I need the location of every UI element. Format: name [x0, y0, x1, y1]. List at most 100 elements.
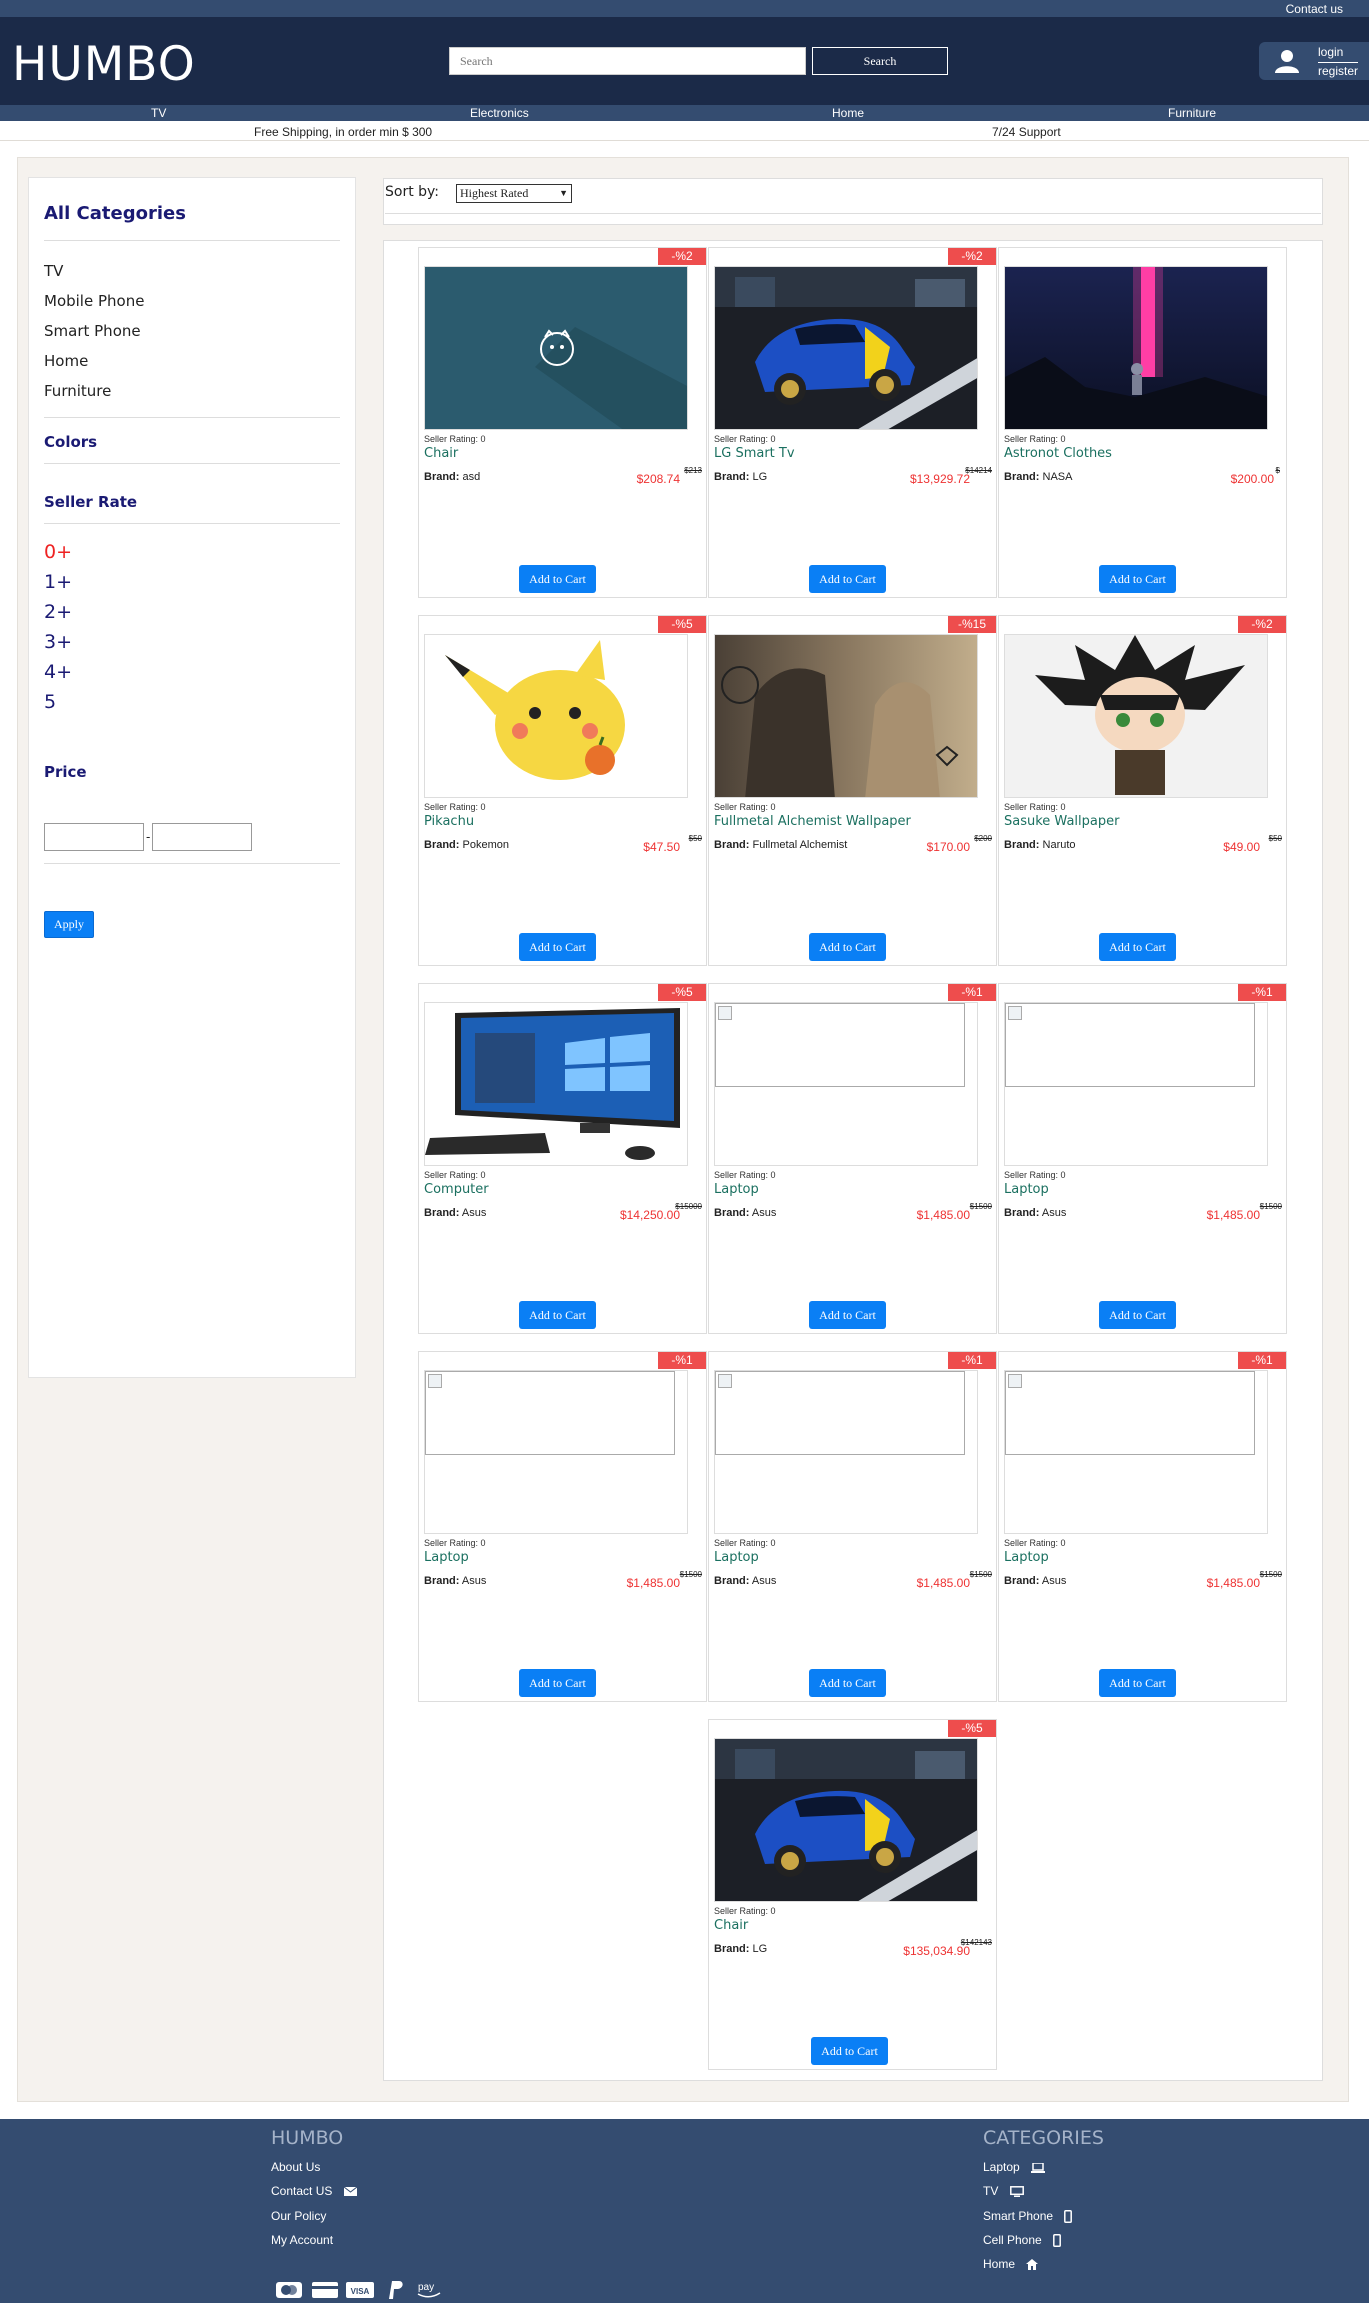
- product-card[interactable]: -%1 Seller Rating: 0 Laptop Brand: Asus $1,4…: [998, 1351, 1287, 1702]
- product-image[interactable]: [714, 1370, 978, 1534]
- add-to-cart-button[interactable]: Add to Cart: [809, 565, 886, 593]
- site-logo[interactable]: HUMBO: [12, 37, 196, 92]
- add-to-cart-button[interactable]: Add to Cart: [809, 1669, 886, 1697]
- register-link[interactable]: register: [1318, 62, 1359, 78]
- add-to-cart-button[interactable]: Add to Cart: [1099, 565, 1176, 593]
- product-image[interactable]: [714, 1002, 978, 1166]
- add-to-cart-button[interactable]: Add to Cart: [809, 933, 886, 961]
- product-image[interactable]: [424, 634, 688, 798]
- add-to-cart-button[interactable]: Add to Cart: [519, 1669, 596, 1697]
- rate-option-1[interactable]: 1+: [44, 571, 72, 593]
- discount-badge: -%2: [1238, 616, 1286, 633]
- min-price-input[interactable]: [44, 823, 144, 851]
- product-name-link[interactable]: Pikachu: [424, 814, 474, 829]
- footer-category-home[interactable]: Home: [983, 2257, 1039, 2271]
- product-name-link[interactable]: Fullmetal Alchemist Wallpaper: [714, 814, 911, 829]
- footer-category-tv[interactable]: TV: [983, 2184, 1024, 2198]
- product-card[interactable]: -%15 Seller Rating: 0 Fullmetal Alchemist …: [708, 615, 997, 966]
- nav-item-electronics[interactable]: Electronics: [470, 106, 529, 120]
- product-image[interactable]: [424, 1370, 688, 1534]
- product-image[interactable]: [1004, 1370, 1268, 1534]
- login-link[interactable]: login: [1318, 45, 1343, 59]
- sidebar-category-tv[interactable]: TV: [44, 262, 63, 280]
- rate-option-2[interactable]: 2+: [44, 601, 72, 623]
- product-name-link[interactable]: Laptop: [1004, 1182, 1049, 1197]
- sidebar-category-smart-phone[interactable]: Smart Phone: [44, 322, 141, 340]
- footer-category-smart-phone[interactable]: Smart Phone: [983, 2209, 1073, 2224]
- rate-option-4[interactable]: 4+: [44, 661, 72, 683]
- original-price: $1500: [1259, 1202, 1282, 1211]
- add-to-cart-button[interactable]: Add to Cart: [811, 2037, 888, 2065]
- rate-option-5[interactable]: 5: [44, 691, 56, 713]
- rate-option-3[interactable]: 3+: [44, 631, 72, 653]
- product-name-link[interactable]: LG Smart Tv: [714, 446, 795, 461]
- product-image[interactable]: [1004, 1002, 1268, 1166]
- seller-rate-heading[interactable]: Seller Rate: [44, 493, 137, 511]
- product-name-link[interactable]: Chair: [424, 446, 458, 461]
- product-name-link[interactable]: Sasuke Wallpaper: [1004, 814, 1119, 829]
- apply-button[interactable]: Apply: [44, 911, 94, 938]
- product-name-link[interactable]: Laptop: [424, 1550, 469, 1565]
- cellphone-icon: [1053, 2234, 1062, 2248]
- product-card[interactable]: -%2 Seller Rating: 0 Sasuke Wallpaper Brand…: [998, 615, 1287, 966]
- product-image[interactable]: [424, 1002, 688, 1166]
- nav-item-home[interactable]: Home: [832, 106, 864, 120]
- footer-link-account[interactable]: My Account: [271, 2233, 333, 2247]
- add-to-cart-button[interactable]: Add to Cart: [519, 933, 596, 961]
- contact-us-link[interactable]: Contact us: [1286, 2, 1343, 16]
- broken-image-icon: [1005, 1371, 1255, 1455]
- nav-item-tv[interactable]: TV: [151, 106, 166, 120]
- add-to-cart-button[interactable]: Add to Cart: [1099, 1301, 1176, 1329]
- product-card[interactable]: -%1 Seller Rating: 0 Laptop Brand: Asus $1,4…: [708, 1351, 997, 1702]
- product-card[interactable]: -%2 Seller Rating: 0 LG Smart Tv Brand: LG $…: [708, 247, 997, 598]
- product-image[interactable]: [714, 1738, 978, 1902]
- footer-link-contact[interactable]: Contact US: [271, 2184, 332, 2198]
- discount-badge: -%5: [948, 1720, 996, 1737]
- add-to-cart-button[interactable]: Add to Cart: [1099, 1669, 1176, 1697]
- product-name-link[interactable]: Chair: [714, 1918, 748, 1933]
- add-to-cart-button[interactable]: Add to Cart: [519, 1301, 596, 1329]
- product-name-link[interactable]: Astronot Clothes: [1004, 446, 1112, 461]
- product-card[interactable]: -%5 Seller Rating: 0 Chair Brand: LG $135,03…: [708, 1719, 997, 2070]
- original-price: $: [1275, 466, 1280, 475]
- search-input[interactable]: [449, 47, 806, 75]
- sidebar-category-mobile-phone[interactable]: Mobile Phone: [44, 292, 144, 310]
- add-to-cart-button[interactable]: Add to Cart: [1099, 933, 1176, 961]
- product-card[interactable]: -%1 Seller Rating: 0 Laptop Brand: Asus $1,4…: [418, 1351, 707, 1702]
- product-card[interactable]: -%2 Seller Rating: 0 Chair Brand: asd $208.7…: [418, 247, 707, 598]
- rate-option-0[interactable]: 0+: [44, 541, 72, 563]
- max-price-input[interactable]: [152, 823, 252, 851]
- product-card[interactable]: Seller Rating: 0 Astronot Clothes Brand: N…: [998, 247, 1287, 598]
- colors-heading[interactable]: Colors: [44, 433, 97, 451]
- product-image[interactable]: [1004, 266, 1268, 430]
- footer-link-about[interactable]: About Us: [271, 2160, 320, 2174]
- product-card[interactable]: -%1 Seller Rating: 0 Laptop Brand: Asus $1,4…: [998, 983, 1287, 1334]
- search-button[interactable]: Search: [812, 47, 948, 75]
- add-to-cart-button[interactable]: Add to Cart: [809, 1301, 886, 1329]
- footer-link-policy[interactable]: Our Policy: [271, 2209, 326, 2223]
- product-name-link[interactable]: Laptop: [1004, 1550, 1049, 1565]
- footer-category-label: Smart Phone: [983, 2209, 1054, 2223]
- price-heading: Price: [44, 763, 87, 781]
- product-name-link[interactable]: Computer: [424, 1182, 489, 1197]
- footer-category-cell-phone[interactable]: Cell Phone: [983, 2233, 1062, 2248]
- sidebar-category-home[interactable]: Home: [44, 352, 88, 370]
- product-name-link[interactable]: Laptop: [714, 1182, 759, 1197]
- add-to-cart-button[interactable]: Add to Cart: [519, 565, 596, 593]
- product-card[interactable]: -%5 Seller Rating: 0 Computer Brand: Asus $1…: [418, 983, 707, 1334]
- user-icon[interactable]: [1274, 48, 1300, 74]
- product-card[interactable]: -%1 Seller Rating: 0 Laptop Brand: Asus $1,4…: [708, 983, 997, 1334]
- footer-category-laptop[interactable]: Laptop: [983, 2160, 1046, 2174]
- product-card[interactable]: -%5 Seller Rating: 0 Pikachu Brand: Pokemon…: [418, 615, 707, 966]
- filter-sidebar: All Categories TV Mobile Phone Smart Pho…: [28, 177, 356, 1378]
- product-image[interactable]: [714, 634, 978, 798]
- sort-select[interactable]: Highest Rated ▼: [456, 184, 572, 203]
- brand-value: NASA: [1042, 471, 1073, 483]
- product-image[interactable]: [1004, 634, 1268, 798]
- sidebar-category-furniture[interactable]: Furniture: [44, 382, 111, 400]
- nav-item-furniture[interactable]: Furniture: [1168, 106, 1216, 120]
- sort-selected-value: Highest Rated: [460, 186, 529, 200]
- product-name-link[interactable]: Laptop: [714, 1550, 759, 1565]
- product-image[interactable]: [714, 266, 978, 430]
- product-image[interactable]: [424, 266, 688, 430]
